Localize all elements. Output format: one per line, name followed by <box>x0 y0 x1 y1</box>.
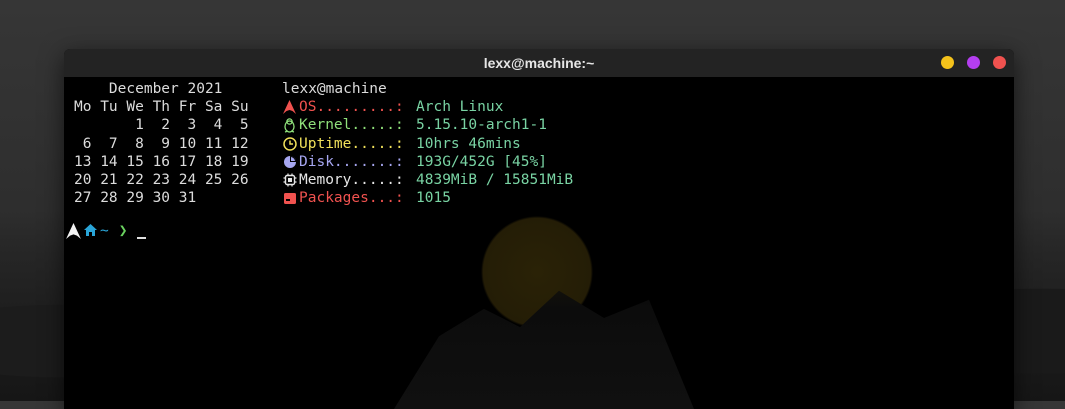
arch-logo-icon <box>66 223 81 239</box>
memory-label: Memory.....: <box>299 171 404 188</box>
pie-chart-icon <box>282 154 297 170</box>
kernel-label: Kernel.....: <box>299 117 404 134</box>
arch-logo-icon <box>282 99 297 115</box>
window-controls <box>941 56 1006 69</box>
text-cursor <box>137 237 147 239</box>
disk-value: 193G/452G [45%] <box>416 153 547 170</box>
memory-value: 4839MiB / 15851MiB <box>416 171 574 188</box>
disk-row: Disk.......: 193G/452G [45%] <box>282 153 573 171</box>
memory-row: Memory.....: 4839MiB / 15851MiB <box>282 171 573 189</box>
packages-label: Packages...: <box>299 190 404 207</box>
os-row: OS.........: Arch Linux <box>282 98 573 116</box>
close-button[interactable] <box>993 56 1006 69</box>
os-value: Arch Linux <box>416 99 504 116</box>
terminal-area[interactable]: December 2021 Mo Tu We Th Fr Sa Su 1 2 3… <box>64 77 1014 409</box>
uptime-value: 10hrs 46mins <box>416 135 521 152</box>
user-host: lexx@machine <box>282 81 387 97</box>
clock-icon <box>282 136 297 152</box>
os-label: OS.........: <box>299 99 404 116</box>
prompt-path: ~ <box>100 222 109 239</box>
kernel-row: Kernel.....: 5.15.10-arch1-1 <box>282 116 573 134</box>
tux-penguin-icon <box>282 117 297 133</box>
prompt-arrow: ❯ <box>118 222 128 239</box>
terminal-window[interactable]: lexx@machine:~ December 2021 Mo Tu We Th… <box>64 49 1014 409</box>
packages-row: Packages...: 1015 <box>282 189 573 207</box>
package-icon <box>282 190 297 206</box>
uptime-label: Uptime.....: <box>299 135 404 152</box>
maximize-button[interactable] <box>967 56 980 69</box>
disk-label: Disk.......: <box>299 153 404 170</box>
minimize-button[interactable] <box>941 56 954 69</box>
window-title: lexx@machine:~ <box>483 55 595 71</box>
packages-value: 1015 <box>416 190 451 207</box>
calendar: December 2021 Mo Tu We Th Fr Sa Su 1 2 3… <box>74 81 249 207</box>
memory-chip-icon <box>282 172 297 188</box>
kernel-value: 5.15.10-arch1-1 <box>416 117 547 134</box>
home-icon <box>83 223 98 239</box>
system-info: lexx@machine OS.........: Arch Linux Ker… <box>282 80 573 207</box>
wallpaper-art <box>394 290 694 409</box>
title-bar[interactable]: lexx@machine:~ <box>64 49 1014 77</box>
uptime-row: Uptime.....: 10hrs 46mins <box>282 135 573 153</box>
shell-prompt[interactable]: ~ ❯ <box>66 221 147 241</box>
